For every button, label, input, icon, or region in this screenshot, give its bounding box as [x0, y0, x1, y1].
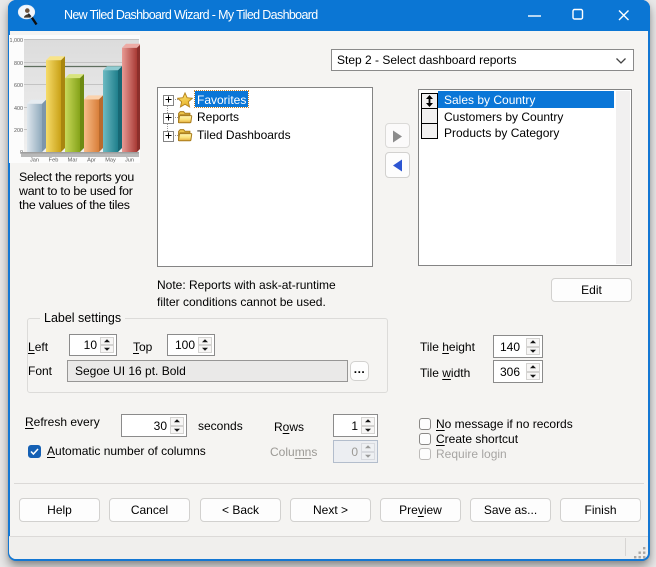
svg-text:400: 400: [14, 106, 23, 112]
svg-text:Jun: Jun: [125, 158, 134, 164]
svg-text:800: 800: [14, 61, 23, 67]
svg-text:1,000: 1,000: [10, 38, 24, 44]
svg-text:May: May: [105, 158, 116, 164]
svg-text:200: 200: [14, 128, 23, 134]
svg-text:Jan: Jan: [30, 158, 39, 164]
svg-text:Apr: Apr: [87, 158, 96, 164]
svg-text:Mar: Mar: [68, 158, 78, 164]
svg-text:Feb: Feb: [49, 158, 59, 164]
svg-text:600: 600: [14, 83, 23, 89]
